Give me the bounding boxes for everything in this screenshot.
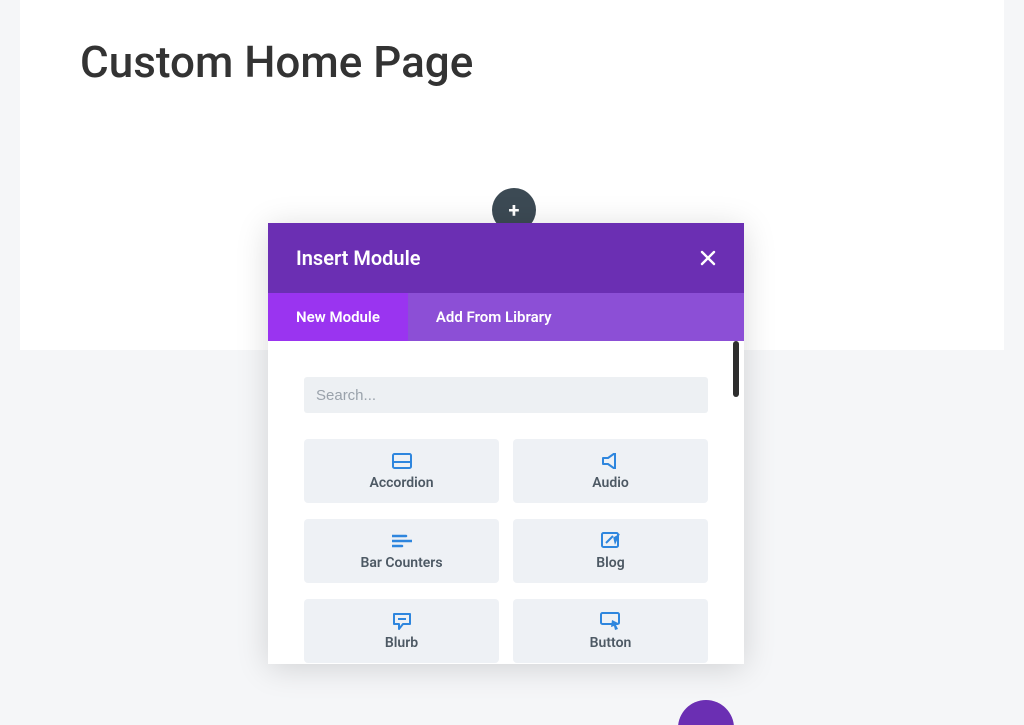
modal-header: Insert Module	[268, 223, 744, 293]
module-audio[interactable]: Audio	[513, 439, 708, 503]
blurb-icon	[392, 611, 412, 631]
module-bar-counters[interactable]: Bar Counters	[304, 519, 499, 583]
modal-tabs: New Module Add From Library	[268, 293, 744, 341]
search-input[interactable]	[304, 377, 708, 413]
module-label: Blog	[596, 555, 624, 571]
module-label: Blurb	[385, 635, 418, 651]
accordion-icon	[392, 451, 412, 471]
bar-counters-icon	[392, 531, 412, 551]
scrollbar[interactable]	[733, 341, 739, 397]
modal-body-wrap: Accordion Audio	[268, 341, 744, 664]
blog-icon	[601, 531, 621, 551]
module-accordion[interactable]: Accordion	[304, 439, 499, 503]
module-grid: Accordion Audio	[304, 439, 708, 663]
builder-fab[interactable]	[678, 700, 734, 725]
tab-new-module[interactable]: New Module	[268, 293, 408, 341]
module-label: Audio	[592, 475, 629, 491]
tab-label: New Module	[296, 308, 380, 326]
page-title: Custom Home Page	[80, 36, 473, 88]
module-label: Accordion	[369, 475, 433, 491]
module-blog[interactable]: Blog	[513, 519, 708, 583]
audio-icon	[601, 451, 621, 471]
modal-body: Accordion Audio	[268, 341, 744, 664]
modal-title: Insert Module	[296, 246, 421, 270]
close-icon[interactable]	[700, 250, 716, 266]
module-blurb[interactable]: Blurb	[304, 599, 499, 663]
tab-add-from-library[interactable]: Add From Library	[408, 293, 580, 341]
module-label: Button	[590, 635, 632, 651]
button-icon	[600, 611, 622, 631]
module-button[interactable]: Button	[513, 599, 708, 663]
plus-icon: +	[509, 198, 520, 222]
module-label: Bar Counters	[360, 555, 442, 571]
insert-module-modal: Insert Module New Module Add From Librar…	[268, 223, 744, 664]
tab-label: Add From Library	[436, 308, 552, 326]
